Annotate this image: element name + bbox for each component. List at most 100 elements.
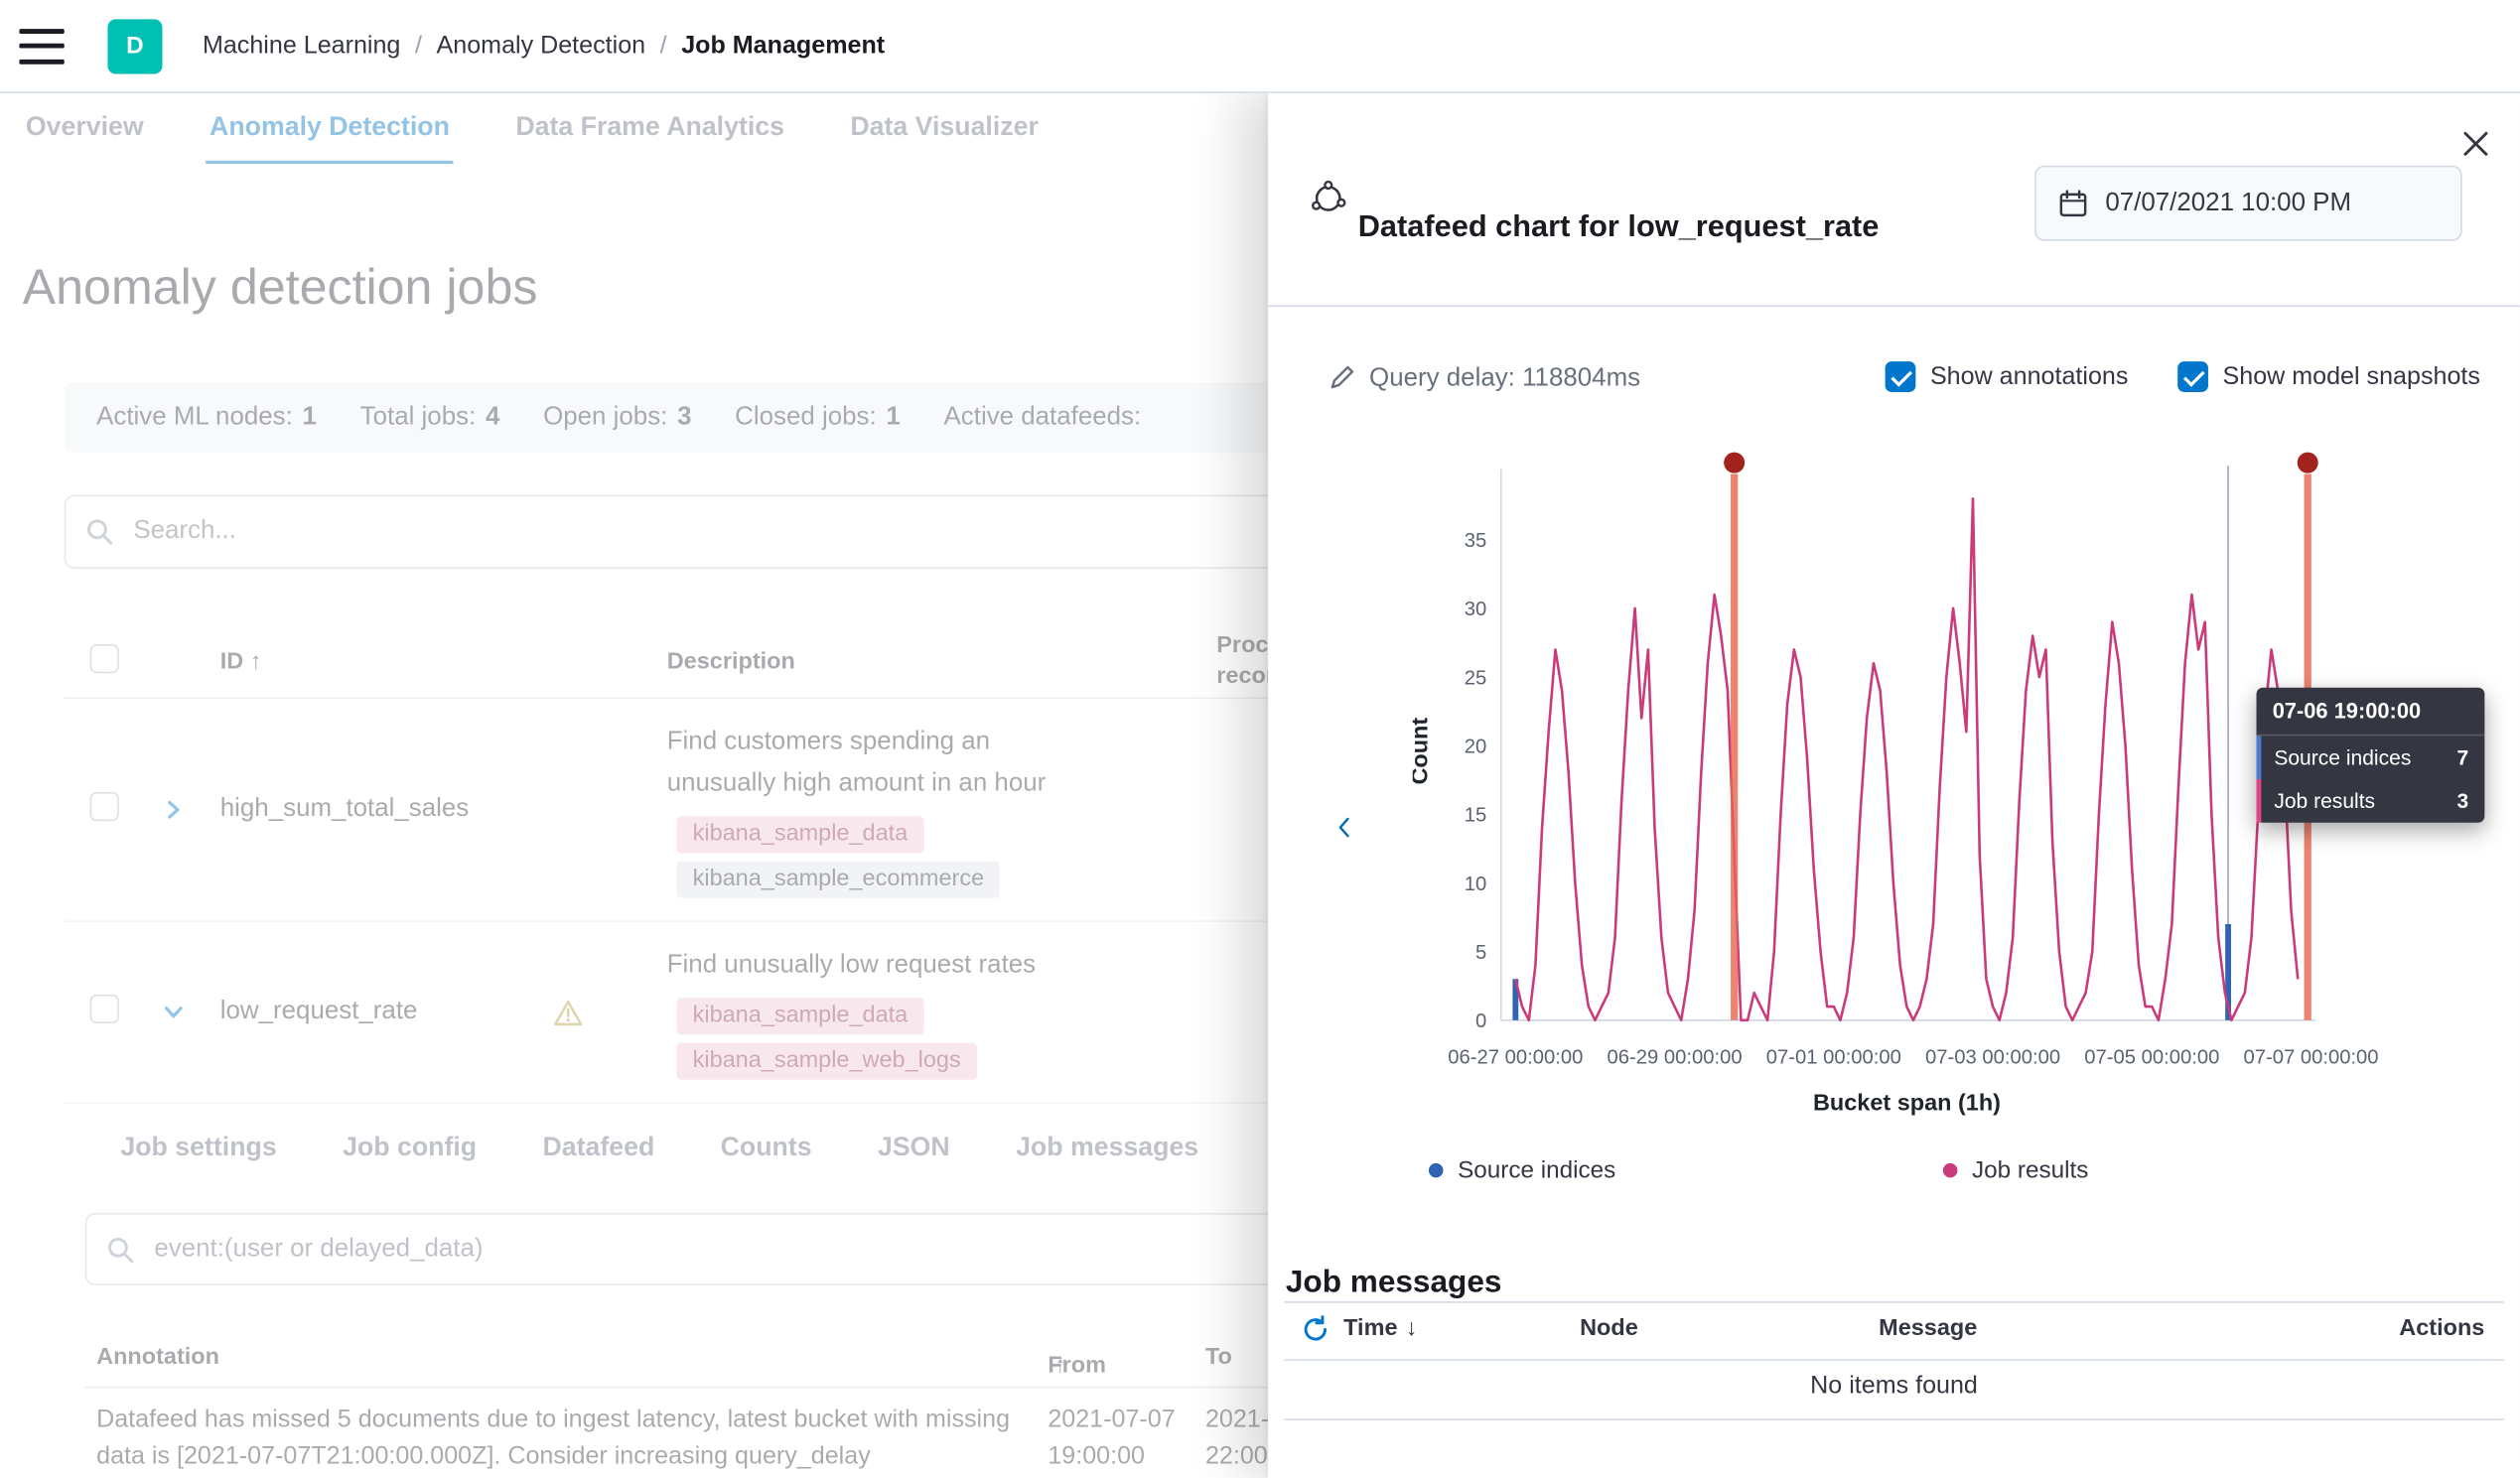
tooltip-row-source-indices: Source indices 7: [2257, 736, 2485, 779]
svg-text:Count: Count: [1413, 718, 1433, 785]
chevron-right-icon[interactable]: [161, 797, 187, 823]
svg-text:20: 20: [1465, 736, 1486, 757]
column-node: Node: [1580, 1316, 1638, 1342]
date-picker-value: 07/07/2021 10:00 PM: [2105, 189, 2351, 217]
tab-data-visualizer[interactable]: Data Visualizer: [847, 91, 1042, 164]
svg-text:25: 25: [1465, 667, 1486, 689]
app-viewport: D Machine Learning / Anomaly Detection /…: [0, 0, 2520, 1478]
svg-text:15: 15: [1465, 805, 1486, 827]
tab-overview[interactable]: Overview: [23, 91, 147, 164]
svg-text:5: 5: [1475, 942, 1486, 964]
datafeed-chart-flyout: Datafeed chart for low_request_rate 07/0…: [1268, 91, 2520, 1478]
index-badge: kibana_sample_data: [676, 816, 923, 853]
sort-asc-icon: ↑: [250, 649, 262, 675]
svg-text:07-01 00:00:00: 07-01 00:00:00: [1766, 1047, 1901, 1069]
column-from[interactable]: From ↑: [1048, 1345, 1054, 1371]
top-header: D Machine Learning / Anomaly Detection /…: [0, 0, 2520, 93]
pencil-icon: [1330, 363, 1357, 399]
svg-text:35: 35: [1465, 530, 1486, 552]
ml-job-icon: [1310, 180, 1346, 224]
stat-active-datafeeds: Active datafeeds:: [944, 403, 1151, 432]
legend-dot: [1429, 1163, 1444, 1178]
annotation-text: Datafeed has missed 5 documents due to i…: [96, 1403, 1038, 1475]
svg-text:07-03 00:00:00: 07-03 00:00:00: [1925, 1047, 2060, 1069]
breadcrumb-separator: /: [660, 32, 667, 61]
job-id[interactable]: low_request_rate: [220, 998, 418, 1026]
row-checkbox[interactable]: [90, 791, 119, 820]
chevron-down-icon[interactable]: [161, 1000, 187, 1025]
stat-closed-jobs: Closed jobs:1: [735, 403, 901, 432]
divider: [1268, 306, 2520, 308]
show-model-snapshots-checkbox[interactable]: Show model snapshots: [2177, 361, 2480, 392]
tab-data-frame-analytics[interactable]: Data Frame Analytics: [512, 91, 787, 164]
legend-job-results[interactable]: Job results: [1943, 1156, 2089, 1184]
show-annotations-checkbox[interactable]: Show annotations: [1886, 361, 2129, 392]
index-badge: kibana_sample_data: [676, 998, 923, 1034]
svg-text:Bucket span (1h): Bucket span (1h): [1813, 1089, 2001, 1115]
svg-text:0: 0: [1475, 1010, 1486, 1032]
chevron-left-icon[interactable]: [1323, 805, 1367, 850]
main-tabs: Overview Anomaly Detection Data Frame An…: [23, 91, 1042, 164]
date-picker[interactable]: 07/07/2021 10:00 PM: [2034, 166, 2462, 241]
svg-text:10: 10: [1465, 873, 1486, 895]
column-time[interactable]: Time ↓: [1343, 1316, 1417, 1342]
empty-table-message: No items found: [1268, 1372, 2520, 1401]
breadcrumb-separator: /: [415, 32, 422, 61]
breadcrumb-item-job-management: Job Management: [681, 32, 885, 61]
index-badges: kibana_sample_data kibana_sample_ecommer…: [676, 816, 1152, 898]
calendar-icon: [2058, 189, 2087, 217]
svg-text:06-27 00:00:00: 06-27 00:00:00: [1448, 1047, 1583, 1069]
space-avatar[interactable]: D: [107, 19, 162, 73]
index-badge: kibana_sample_ecommerce: [676, 862, 1000, 898]
divider: [1284, 1418, 2504, 1420]
refresh-icon[interactable]: [1300, 1314, 1330, 1345]
flyout-title: Datafeed chart for low_request_rate: [1358, 210, 1880, 246]
tab-job-config[interactable]: Job config: [343, 1133, 477, 1163]
legend-source-indices[interactable]: Source indices: [1429, 1156, 1615, 1184]
sort-asc-icon: ↑: [1054, 1353, 1066, 1379]
sort-desc-icon: ↓: [1406, 1316, 1418, 1342]
legend-dot: [1943, 1163, 1958, 1178]
tab-job-messages[interactable]: Job messages: [1016, 1133, 1198, 1163]
search-icon: [85, 517, 114, 546]
tab-anomaly-detection[interactable]: Anomaly Detection: [207, 91, 453, 164]
job-description: Find unusually low request rates: [667, 945, 1082, 987]
job-detail-tabs: Job settings Job config Datafeed Counts …: [120, 1133, 1198, 1163]
stat-total-jobs: Total jobs:4: [360, 403, 500, 432]
tab-datafeed[interactable]: Datafeed: [542, 1133, 654, 1163]
index-badges: kibana_sample_data kibana_sample_web_log…: [676, 998, 1152, 1080]
column-actions: Actions: [2399, 1316, 2484, 1342]
search-icon: [106, 1235, 135, 1264]
select-all-checkbox[interactable]: [90, 644, 119, 673]
checkbox-checked-icon: [1886, 361, 1916, 392]
annotation-from: 2021-07-07 19:00:00: [1048, 1403, 1175, 1475]
checkbox-checked-icon: [2177, 361, 2208, 392]
close-icon[interactable]: [2450, 117, 2501, 169]
tab-json[interactable]: JSON: [878, 1133, 950, 1163]
job-id[interactable]: high_sum_total_sales: [220, 795, 470, 824]
page-title: Anomaly detection jobs: [23, 258, 538, 316]
job-description: Find customers spending an unusually hig…: [667, 722, 1082, 805]
column-annotation: Annotation: [96, 1345, 219, 1371]
svg-text:30: 30: [1465, 599, 1486, 620]
row-checkbox[interactable]: [90, 994, 119, 1022]
svg-text:07-07 00:00:00: 07-07 00:00:00: [2244, 1047, 2379, 1069]
tooltip-row-job-results: Job results 3: [2257, 779, 2485, 823]
tab-job-settings[interactable]: Job settings: [120, 1133, 276, 1163]
job-messages-table-header: Time ↓ Node Message Actions: [1284, 1301, 2504, 1361]
svg-text:07-05 00:00:00: 07-05 00:00:00: [2084, 1047, 2219, 1069]
breadcrumb-item-machine-learning[interactable]: Machine Learning: [203, 32, 400, 61]
breadcrumb: Machine Learning / Anomaly Detection / J…: [203, 32, 885, 61]
tooltip-time: 07-06 19:00:00: [2257, 688, 2485, 737]
tab-counts[interactable]: Counts: [721, 1133, 812, 1163]
svg-text:06-29 00:00:00: 06-29 00:00:00: [1608, 1047, 1743, 1069]
breadcrumb-item-anomaly-detection[interactable]: Anomaly Detection: [437, 32, 646, 61]
column-id[interactable]: ID ↑: [195, 649, 603, 675]
menu-icon[interactable]: [19, 28, 64, 64]
column-description: Description: [603, 649, 1153, 675]
stat-open-jobs: Open jobs:3: [543, 403, 691, 432]
chart-tooltip: 07-06 19:00:00 Source indices 7 Job resu…: [2257, 688, 2485, 823]
warning-icon: [553, 999, 584, 1026]
column-to: To: [1205, 1345, 1232, 1371]
index-badge: kibana_sample_web_logs: [676, 1042, 976, 1079]
